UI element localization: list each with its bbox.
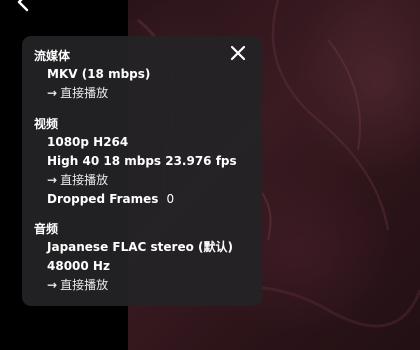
dropped-frames-label: Dropped Frames [47, 192, 159, 206]
close-icon[interactable] [229, 44, 247, 62]
stream-container-info: MKV (18 mbps) [47, 67, 151, 81]
audio-language-codec: Japanese FLAC stereo (默认) [47, 240, 233, 254]
video-play-method-label: 直接播放 [60, 173, 109, 187]
back-chevron-icon[interactable] [14, 0, 34, 12]
stream-play-method: → 直接播放 [47, 85, 108, 101]
dropped-frames-row: Dropped Frames 0 [47, 191, 174, 207]
arrow-right-icon: → [47, 173, 58, 187]
audio-play-method: → 直接播放 [47, 277, 108, 293]
section-title-stream: 流媒体 [34, 49, 71, 63]
video-resolution-codec: 1080p H264 [47, 135, 129, 149]
stream-play-method-label: 直接播放 [60, 86, 109, 100]
video-play-method: → 直接播放 [47, 172, 108, 188]
section-title-audio: 音频 [34, 222, 59, 236]
arrow-right-icon: → [47, 278, 58, 292]
playback-info-panel: 流媒体 MKV (18 mbps) → 直接播放 视频 1080p H264 Hi… [22, 36, 262, 306]
audio-play-method-label: 直接播放 [60, 278, 109, 292]
arrow-right-icon: → [47, 86, 58, 100]
section-title-video: 视频 [34, 117, 59, 131]
audio-sample-rate: 48000 Hz [47, 259, 110, 273]
video-profile-bitrate: High 40 18 mbps 23.976 fps [47, 154, 237, 168]
dropped-frames-value: 0 [166, 192, 175, 206]
